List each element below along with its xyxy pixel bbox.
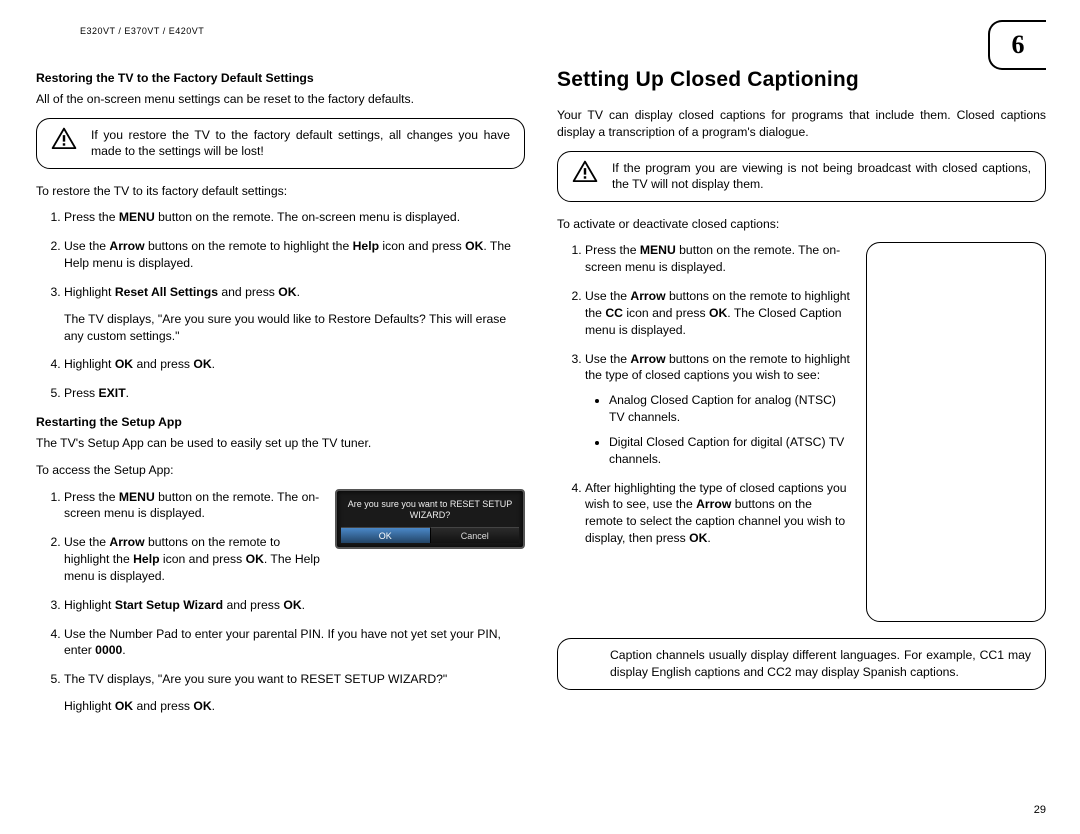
restart-step-5: The TV displays, "Are you sure you want … — [64, 671, 525, 715]
cc-step-3: Use the Arrow buttons on the remote to h… — [585, 351, 865, 468]
cc-bullet-digital: Digital Closed Caption for digital (ATSC… — [609, 434, 865, 468]
cc-step-1: Press the MENU button on the remote. The… — [585, 242, 865, 276]
restart-step-4: Use the Number Pad to enter your parenta… — [64, 626, 525, 660]
restore-intro: All of the on-screen menu settings can b… — [36, 91, 525, 108]
restart-step-3: Highlight Start Setup Wizard and press O… — [64, 597, 525, 614]
cc-warning-callout: If the program you are viewing is not be… — [557, 151, 1046, 202]
cc-step-3-bullets: Analog Closed Caption for analog (NTSC) … — [585, 392, 865, 467]
restore-step-3: Highlight Reset All Settings and press O… — [64, 284, 525, 344]
subheading-restore: Restoring the TV to the Factory Default … — [36, 70, 525, 87]
cc-menu-placeholder — [866, 242, 1046, 622]
warning-icon — [51, 127, 77, 151]
restart-intro: The TV's Setup App can be used to easily… — [36, 435, 525, 452]
manual-page: E320VT / E370VT / E420VT 6 Restoring the… — [36, 26, 1046, 816]
cc-bullet-analog: Analog Closed Caption for analog (NTSC) … — [609, 392, 865, 426]
subheading-restart: Restarting the Setup App — [36, 414, 525, 431]
chapter-number: 6 — [1012, 30, 1025, 60]
left-column: Restoring the TV to the Factory Default … — [36, 66, 525, 727]
restart-step-1: Press the MENU button on the remote. The… — [64, 489, 344, 523]
cc-warning-text: If the program you are viewing is not be… — [612, 160, 1031, 193]
reset-dialog-text: Are you sure you want to RESET SETUP WIZ… — [341, 497, 519, 527]
reset-dialog-cancel: Cancel — [431, 527, 520, 543]
cc-step-2: Use the Arrow buttons on the remote to h… — [585, 288, 865, 338]
restore-steps-list: Press the MENU button on the remote. The… — [36, 209, 525, 402]
chapter-tab: 6 — [988, 20, 1046, 70]
restore-warning-text: If you restore the TV to the factory def… — [91, 127, 510, 160]
restore-warning-callout: If you restore the TV to the factory def… — [36, 118, 525, 169]
section-title-cc: Setting Up Closed Captioning — [557, 66, 1046, 95]
cc-steps-intro: To activate or deactivate closed caption… — [557, 216, 1046, 233]
restart-step-2: Use the Arrow buttons on the remote to h… — [64, 534, 344, 584]
warning-icon — [572, 160, 598, 184]
header-model-text: E320VT / E370VT / E420VT — [80, 26, 1046, 36]
cc-note-callout: Caption channels usually display differe… — [557, 638, 1046, 690]
restore-step-5: Press EXIT. — [64, 385, 525, 402]
cc-steps-list: Press the MENU button on the remote. The… — [557, 242, 865, 546]
cc-intro: Your TV can display closed captions for … — [557, 107, 1046, 141]
restore-step-2: Use the Arrow buttons on the remote to h… — [64, 238, 525, 272]
reset-dialog-screenshot: Are you sure you want to RESET SETUP WIZ… — [335, 489, 525, 549]
restart-steps-intro: To access the Setup App: — [36, 462, 525, 479]
page-number: 29 — [1034, 804, 1046, 816]
restore-step-3-sub: The TV displays, "Are you sure you would… — [64, 311, 525, 345]
restore-step-4: Highlight OK and press OK. — [64, 356, 525, 373]
restore-steps-intro: To restore the TV to its factory default… — [36, 183, 525, 200]
right-column: Setting Up Closed Captioning Your TV can… — [557, 66, 1046, 727]
reset-dialog-ok: OK — [341, 527, 431, 543]
restore-step-1: Press the MENU button on the remote. The… — [64, 209, 525, 226]
cc-step-4: After highlighting the type of closed ca… — [585, 480, 865, 547]
cc-note-text: Caption channels usually display differe… — [610, 648, 1031, 679]
